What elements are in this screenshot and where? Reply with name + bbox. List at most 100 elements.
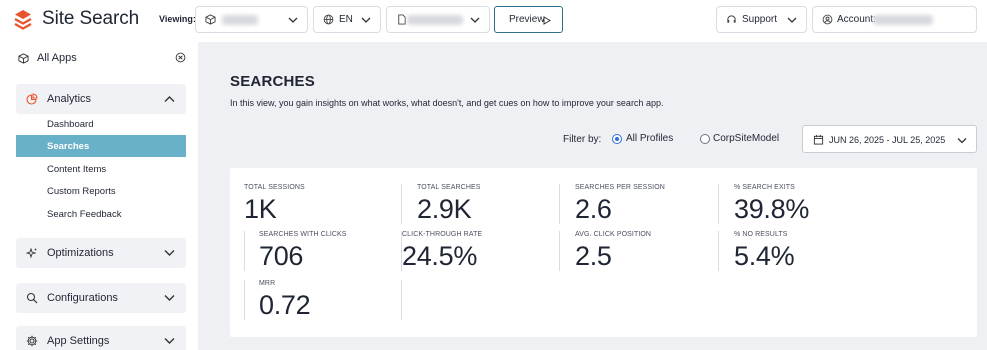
page-description: In this view, you gain insights on what … xyxy=(230,98,664,108)
account-label: Account: xyxy=(837,14,876,25)
metric-value: 1K xyxy=(244,194,277,224)
chevron-up-icon xyxy=(164,96,175,102)
chevron-down-icon xyxy=(957,138,967,144)
chevron-down-icon xyxy=(361,17,371,23)
metric-value: 706 xyxy=(259,241,304,271)
preview-button[interactable]: Preview xyxy=(494,6,563,33)
divider xyxy=(244,231,245,271)
metric-label: % NO RESULTS xyxy=(734,231,788,238)
app-name-redacted xyxy=(222,15,258,25)
sidebar-item-content-items[interactable]: Content Items xyxy=(16,158,186,180)
divider xyxy=(401,280,402,320)
radio-corpsitemodel-label[interactable]: CorpSiteModel xyxy=(713,133,779,144)
metric-total-sessions: TOTAL SESSIONS 1K xyxy=(244,184,305,225)
metric-value: 39.8% xyxy=(734,194,810,224)
profile-selector[interactable] xyxy=(386,6,490,33)
metric-mrr: MRR 0.72 xyxy=(259,280,311,321)
metric-label: TOTAL SEARCHES xyxy=(417,184,481,191)
metric-label: AVG. CLICK POSITION xyxy=(575,231,652,238)
sidebar-item-searches[interactable]: Searches xyxy=(16,135,186,157)
metric-no-results: % NO RESULTS 5.4% xyxy=(734,231,795,272)
search-icon xyxy=(26,292,38,304)
divider xyxy=(718,231,719,271)
sidebar-group-label: Configurations xyxy=(47,292,118,304)
document-icon xyxy=(398,14,406,25)
metric-total-searches: TOTAL SEARCHES 2.9K xyxy=(417,184,481,225)
profile-name-redacted xyxy=(407,15,463,25)
sidebar-group-optimizations[interactable]: Optimizations xyxy=(16,238,186,268)
divider xyxy=(244,280,245,320)
headset-icon xyxy=(727,15,736,23)
all-apps-label: All Apps xyxy=(37,52,77,64)
metric-label: SEARCHES PER SESSION xyxy=(575,184,665,191)
sparkles-icon xyxy=(26,247,38,259)
metric-value: 2.5 xyxy=(575,241,612,271)
metric-label: TOTAL SESSIONS xyxy=(244,184,305,191)
chevron-down-icon xyxy=(288,17,298,23)
metric-click-through-rate: CLICK-THROUGH RATE 24.5% xyxy=(402,231,482,272)
chevron-down-icon xyxy=(164,338,175,344)
divider xyxy=(559,231,560,271)
metric-label: SEARCHES WITH CLICKS xyxy=(259,231,347,238)
metric-label: % SEARCH EXITS xyxy=(734,184,795,191)
sidebar-group-label: Optimizations xyxy=(47,247,114,259)
date-range-picker[interactable]: JUN 26, 2025 - JUL 25, 2025 xyxy=(802,125,977,153)
metric-label: MRR xyxy=(259,280,276,287)
sidebar-item-search-feedback[interactable]: Search Feedback xyxy=(16,203,186,225)
chevron-down-icon xyxy=(164,250,175,256)
metric-value: 24.5% xyxy=(402,241,478,271)
metric-search-exits: % SEARCH EXITS 39.8% xyxy=(734,184,809,225)
metric-value: 2.6 xyxy=(575,194,612,224)
site-search-logo-icon xyxy=(14,10,32,30)
metric-label: CLICK-THROUGH RATE xyxy=(402,231,483,238)
sidebar: All Apps Analytics Dashboard Searches Co… xyxy=(0,42,198,350)
sidebar-item-dashboard[interactable]: Dashboard xyxy=(16,113,186,135)
account-menu[interactable]: Account: xyxy=(812,6,977,33)
account-name-redacted xyxy=(873,15,933,25)
main-content: SEARCHES In this view, you gain insights… xyxy=(198,42,987,350)
filter-label: Filter by: xyxy=(563,134,602,145)
app-title: Site Search xyxy=(42,8,140,29)
language-selector[interactable]: EN xyxy=(313,6,381,33)
divider xyxy=(401,184,402,224)
metric-searches-per-session: SEARCHES PER SESSION 2.6 xyxy=(575,184,665,225)
chevron-down-icon xyxy=(470,17,480,23)
top-bar: Site Search Viewing: EN Preview Support … xyxy=(0,0,987,42)
sidebar-group-label: App Settings xyxy=(47,335,110,347)
radio-all-profiles-label[interactable]: All Profiles xyxy=(626,133,673,144)
chevron-down-icon xyxy=(787,17,797,23)
chevron-down-icon xyxy=(164,295,175,301)
user-circle-icon xyxy=(822,14,833,25)
divider xyxy=(718,184,719,224)
collapse-sidebar-icon[interactable] xyxy=(175,52,186,63)
viewing-label: Viewing: xyxy=(159,14,196,24)
metric-value: 2.9K xyxy=(417,194,472,224)
pie-chart-icon xyxy=(26,93,38,105)
play-icon xyxy=(543,16,551,25)
date-range-value: JUN 26, 2025 - JUL 25, 2025 xyxy=(829,135,946,145)
globe-icon xyxy=(323,14,334,25)
support-menu[interactable]: Support xyxy=(716,6,807,33)
page-title: SEARCHES xyxy=(230,73,315,90)
metric-value: 5.4% xyxy=(734,241,795,271)
sidebar-group-configurations[interactable]: Configurations xyxy=(16,283,186,313)
sidebar-group-app-settings[interactable]: App Settings xyxy=(16,326,186,350)
divider xyxy=(559,184,560,224)
cube-icon xyxy=(18,53,29,64)
radio-all-profiles[interactable] xyxy=(612,134,622,144)
metric-searches-with-clicks: SEARCHES WITH CLICKS 706 xyxy=(259,231,347,272)
metric-avg-click-position: AVG. CLICK POSITION 2.5 xyxy=(575,231,651,272)
metrics-card: TOTAL SESSIONS 1K TOTAL SEARCHES 2.9K SE… xyxy=(230,168,977,337)
language-value: EN xyxy=(339,14,353,25)
cube-icon xyxy=(205,14,216,25)
preview-button-label: Preview xyxy=(509,14,545,25)
sidebar-group-analytics[interactable]: Analytics xyxy=(16,84,186,114)
radio-corpsitemodel[interactable] xyxy=(700,134,710,144)
sidebar-group-label: Analytics xyxy=(47,93,92,105)
gear-icon xyxy=(26,335,38,347)
support-label: Support xyxy=(742,14,778,25)
calendar-icon xyxy=(813,134,824,145)
app-selector[interactable] xyxy=(195,6,308,33)
metric-value: 0.72 xyxy=(259,290,311,320)
sidebar-item-custom-reports[interactable]: Custom Reports xyxy=(16,180,186,202)
